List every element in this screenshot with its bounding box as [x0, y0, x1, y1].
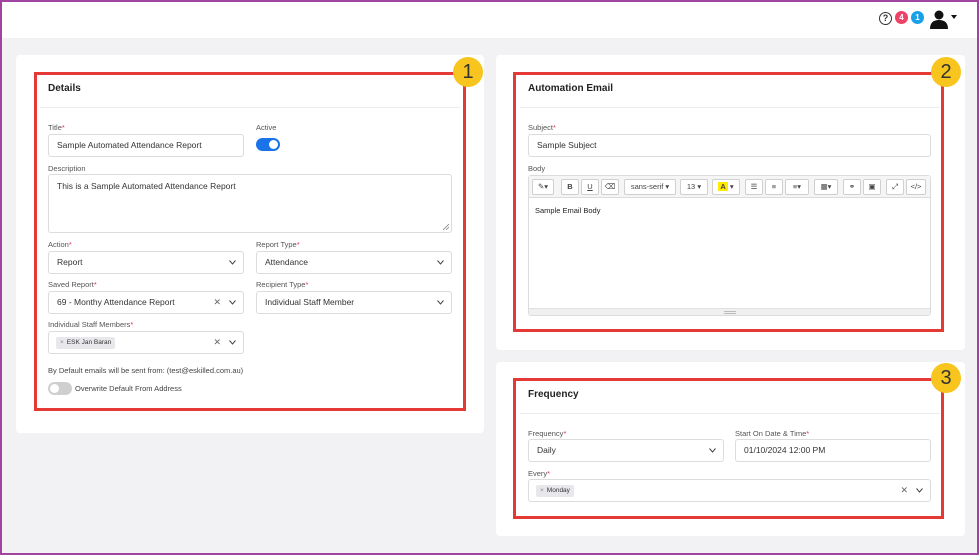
- report-type-label: Report Type*: [256, 240, 300, 249]
- title-input[interactable]: Sample Automated Attendance Report: [48, 134, 244, 157]
- email-body-text[interactable]: Sample Email Body: [535, 206, 600, 215]
- align-icon[interactable]: ≡▾: [785, 179, 809, 195]
- callout-badge-2: 2: [931, 57, 961, 87]
- callout-badge-1: 1: [453, 57, 483, 87]
- body-label: Body: [528, 164, 546, 173]
- chevron-down-icon: [916, 488, 923, 493]
- saved-report-value: 69 - Monthy Attendance Report: [57, 297, 175, 307]
- resize-grip-icon: [723, 311, 736, 314]
- caret-down-icon[interactable]: [951, 15, 957, 19]
- editor-toolbar: ✎▾ B U ⌫ sans-serif ▾ 13 ▾ A ▾ ☰ ≡ ≡▾ ▦▾…: [529, 176, 930, 198]
- resize-grip-icon[interactable]: [443, 224, 449, 230]
- link-icon[interactable]: ⚭: [843, 179, 861, 195]
- fullscreen-icon[interactable]: ⤢: [886, 179, 904, 195]
- subject-label: Subject*: [528, 123, 556, 132]
- staff-tag[interactable]: × ESK Jan Baran: [56, 337, 116, 349]
- eraser-icon[interactable]: ⌫: [601, 179, 619, 195]
- ordered-list-icon[interactable]: ≡: [765, 179, 783, 195]
- details-card: [16, 55, 484, 433]
- every-select[interactable]: × Monday ✕: [528, 479, 931, 502]
- frequency-title: Frequency: [528, 389, 579, 400]
- description-label: Description: [48, 164, 86, 173]
- image-icon[interactable]: ▣: [863, 179, 881, 195]
- start-datetime-input[interactable]: 01/10/2024 12:00 PM: [735, 439, 931, 462]
- subject-input[interactable]: Sample Subject: [528, 134, 931, 157]
- chevron-down-icon: [229, 340, 236, 345]
- frequency-select[interactable]: Daily: [528, 439, 724, 462]
- description-textarea[interactable]: This is a Sample Automated Attendance Re…: [48, 174, 452, 233]
- chevron-down-icon: [709, 448, 716, 453]
- title-label: Title*: [48, 123, 65, 132]
- staff-members-select[interactable]: × ESK Jan Baran ✕: [48, 331, 244, 354]
- remove-tag-icon[interactable]: ×: [540, 487, 544, 494]
- font-size-select[interactable]: 13 ▾: [680, 179, 708, 195]
- frequency-label: Frequency*: [528, 429, 567, 438]
- recipient-type-select[interactable]: Individual Staff Member: [256, 291, 452, 314]
- callout-badge-3: 3: [931, 363, 961, 393]
- details-title: Details: [48, 83, 81, 94]
- report-type-value: Attendance: [265, 257, 309, 267]
- table-icon[interactable]: ▦▾: [814, 179, 838, 195]
- active-label: Active: [256, 123, 277, 132]
- text-color-button[interactable]: A ▾: [712, 179, 740, 195]
- font-family-select[interactable]: sans-serif ▾: [624, 179, 676, 195]
- staff-members-label: Individual Staff Members*: [48, 320, 134, 329]
- clear-icon[interactable]: ✕: [213, 292, 221, 313]
- text-color-icon: A: [718, 182, 728, 191]
- description-text: This is a Sample Automated Attendance Re…: [57, 181, 236, 191]
- code-view-button[interactable]: </>: [906, 179, 926, 195]
- recipient-type-value: Individual Staff Member: [265, 297, 355, 307]
- active-toggle[interactable]: [256, 138, 280, 151]
- chevron-down-icon: [437, 300, 444, 305]
- start-datetime-label: Start On Date & Time*: [735, 429, 810, 438]
- clear-icon[interactable]: ✕: [213, 332, 221, 353]
- saved-report-select[interactable]: 69 - Monthy Attendance Report ✕: [48, 291, 244, 314]
- overwrite-from-label: Overwrite Default From Address: [75, 384, 182, 393]
- clear-icon[interactable]: ✕: [900, 480, 908, 501]
- automation-email-title: Automation Email: [528, 83, 614, 94]
- notifications-badge[interactable]: 4: [895, 11, 908, 24]
- editor-resize-bar[interactable]: [529, 308, 930, 315]
- bullet-list-icon[interactable]: ☰: [745, 179, 763, 195]
- chevron-down-icon: [437, 260, 444, 265]
- messages-badge[interactable]: 1: [911, 11, 924, 24]
- overwrite-from-toggle[interactable]: [48, 382, 72, 395]
- action-select[interactable]: Report: [48, 251, 244, 274]
- top-bar: [2, 2, 977, 38]
- user-icon[interactable]: [929, 9, 949, 29]
- action-value: Report: [57, 257, 83, 267]
- email-body-editor[interactable]: ✎▾ B U ⌫ sans-serif ▾ 13 ▾ A ▾ ☰ ≡ ≡▾ ▦▾…: [528, 175, 931, 316]
- magic-wand-icon[interactable]: ✎▾: [532, 179, 554, 195]
- automation-email-divider: [520, 107, 940, 108]
- default-sender-note: By Default emails will be sent from: (te…: [48, 366, 244, 375]
- remove-tag-icon[interactable]: ×: [60, 339, 64, 346]
- help-icon[interactable]: ?: [879, 12, 892, 25]
- every-label: Every*: [528, 469, 551, 478]
- frequency-value: Daily: [537, 445, 556, 455]
- chevron-down-icon: [229, 300, 236, 305]
- details-divider: [40, 107, 460, 108]
- bold-button[interactable]: B: [561, 179, 579, 195]
- chevron-down-icon: [229, 260, 236, 265]
- underline-button[interactable]: U: [581, 179, 599, 195]
- frequency-divider: [520, 413, 940, 414]
- saved-report-label: Saved Report*: [48, 280, 97, 289]
- action-label: Action*: [48, 240, 72, 249]
- every-tag[interactable]: × Monday: [536, 485, 574, 497]
- recipient-type-label: Recipient Type*: [256, 280, 309, 289]
- report-type-select[interactable]: Attendance: [256, 251, 452, 274]
